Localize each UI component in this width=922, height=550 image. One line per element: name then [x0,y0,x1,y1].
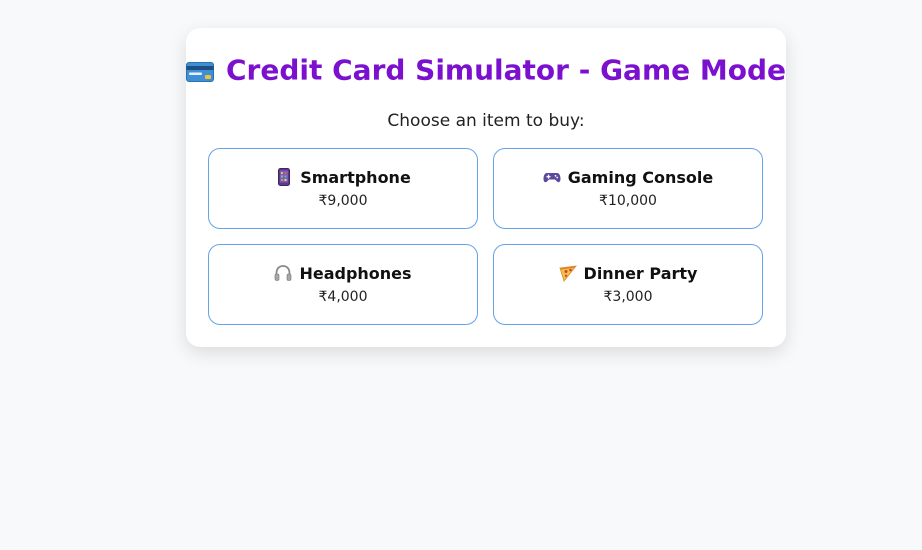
smartphone-icon [278,168,291,186]
game-panel: Credit Card Simulator - Game Mode Choose… [186,28,786,347]
item-gaming-console[interactable]: Gaming Console ₹10,000 [493,148,763,229]
choose-item-prompt: Choose an item to buy: [387,111,585,131]
item-name-row: Gaming Console [494,168,762,187]
item-name-row: Dinner Party [494,264,762,283]
game-controller-icon [543,173,561,183]
item-price: ₹10,000 [599,193,657,209]
item-name: Smartphone [300,168,411,187]
item-dinner-party[interactable]: Dinner Party ₹3,000 [493,244,763,325]
title-text: Credit Card Simulator - Game Mode [226,53,786,87]
item-name-row: Smartphone [209,168,477,187]
item-name: Dinner Party [583,264,698,283]
item-smartphone[interactable]: Smartphone ₹9,000 [208,148,478,229]
item-name: Gaming Console [567,168,714,187]
credit-card-icon [186,62,214,82]
pizza-icon [559,265,577,282]
item-name: Headphones [299,264,412,283]
item-name-row: Headphones [209,264,477,283]
page-title: Credit Card Simulator - Game Mode [186,52,786,87]
item-price: ₹3,000 [603,289,653,305]
item-headphones[interactable]: Headphones ₹4,000 [208,244,478,325]
item-price: ₹9,000 [318,193,368,209]
headphones-icon [275,265,292,281]
item-price: ₹4,000 [318,289,368,305]
